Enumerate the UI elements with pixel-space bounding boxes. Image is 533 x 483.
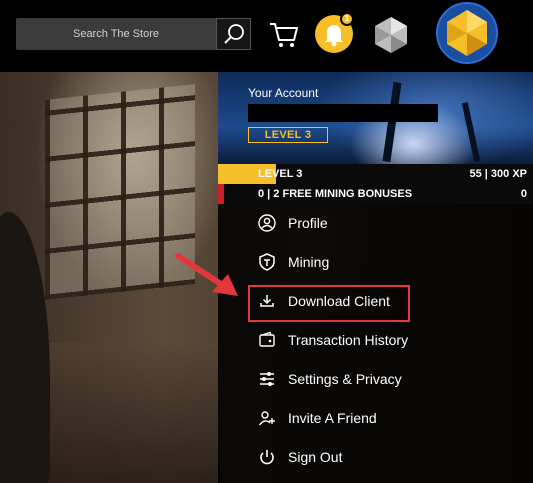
search-input[interactable]: Search The Store — [16, 18, 216, 50]
cart-button[interactable] — [268, 20, 300, 50]
annotation-arrow-icon — [175, 253, 238, 296]
xp-value: 55 | 300 XP — [469, 168, 527, 180]
mining-bonus-count: 0 — [520, 188, 527, 200]
menu-item-sign-out[interactable]: Sign Out — [218, 440, 533, 474]
background-figure — [0, 212, 50, 483]
mining-bonus-progress: 0 | 2 FREE MINING BONUSES 0 — [218, 184, 533, 204]
menu-item-profile[interactable]: Profile — [218, 206, 533, 240]
menu-item-label: Sign Out — [288, 449, 343, 465]
avatar[interactable] — [436, 2, 498, 64]
menu-item-invite-friend[interactable]: Invite A Friend — [218, 401, 533, 435]
menu-item-label: Mining — [288, 254, 330, 270]
account-banner: Your Account LEVEL 3 — [218, 72, 533, 164]
shield-icon — [259, 253, 275, 271]
user-icon — [258, 214, 276, 232]
menu-item-label: Settings & Privacy — [288, 371, 402, 387]
power-icon — [260, 450, 274, 465]
cart-icon — [270, 23, 298, 47]
wallet-icon — [259, 331, 275, 347]
banner-spire — [461, 102, 481, 162]
account-name-redacted — [248, 104, 438, 122]
search-button[interactable] — [216, 18, 251, 50]
mining-bonus-fill — [218, 184, 224, 204]
banner-spire — [382, 81, 402, 163]
notification-count-badge: 1 — [340, 12, 354, 26]
avatar-badge-icon — [447, 10, 487, 56]
top-bar: Search The Store 1 — [0, 0, 533, 72]
menu-item-mining[interactable]: Mining — [218, 245, 533, 279]
mining-bonus-label: 0 | 2 FREE MINING BONUSES — [258, 188, 413, 200]
menu-item-settings-privacy[interactable]: Settings & Privacy — [218, 362, 533, 396]
download-client-highlight-box — [248, 285, 410, 322]
search-box[interactable]: Search The Store — [16, 18, 251, 50]
xp-level-label: LEVEL 3 — [258, 168, 303, 180]
menu-item-label: Invite A Friend — [288, 410, 377, 426]
level-badge: LEVEL 3 — [248, 127, 328, 143]
sliders-icon — [260, 372, 274, 386]
xp-progress: LEVEL 3 55 | 300 XP — [218, 164, 533, 184]
gem-button[interactable] — [372, 15, 410, 55]
gem-icon — [375, 17, 407, 53]
menu-item-transaction-history[interactable]: Transaction History — [218, 323, 533, 357]
account-dropdown: Your Account LEVEL 3 LEVEL 3 55 | 300 XP… — [218, 72, 533, 483]
search-icon — [224, 24, 244, 44]
add-user-icon — [258, 411, 275, 426]
menu-item-label: Profile — [288, 215, 328, 231]
menu-item-label: Transaction History — [288, 332, 409, 348]
account-title: Your Account — [248, 86, 319, 100]
